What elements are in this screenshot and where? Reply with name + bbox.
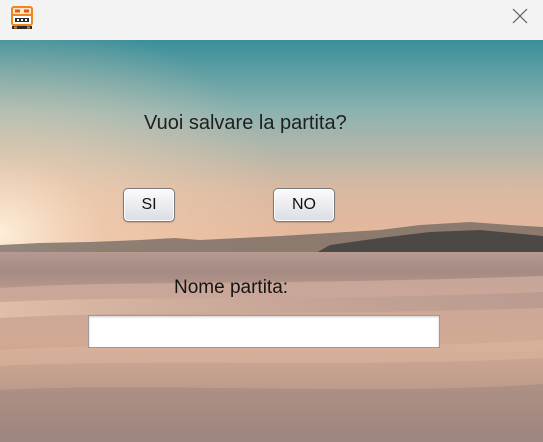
dialog-content: Vuoi salvare la partita? SI NO Nome part… bbox=[0, 40, 543, 442]
close-button[interactable] bbox=[497, 0, 543, 36]
game-controller-icon bbox=[10, 6, 34, 30]
game-name-label: Nome partita: bbox=[174, 277, 289, 298]
beach-background-image bbox=[0, 40, 543, 442]
yes-button[interactable]: SI bbox=[123, 188, 175, 222]
title-bar bbox=[0, 0, 543, 40]
close-icon bbox=[511, 7, 529, 30]
game-name-input[interactable] bbox=[88, 315, 440, 348]
save-game-question: Vuoi salvare la partita? bbox=[144, 112, 347, 134]
no-button[interactable]: NO bbox=[273, 188, 335, 222]
